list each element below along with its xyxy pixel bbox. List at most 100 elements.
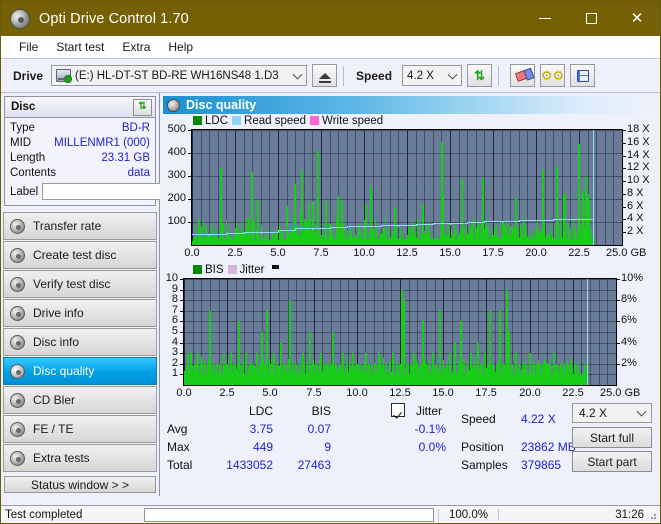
sidebar-item-drive-info[interactable]: Drive info [3, 299, 157, 327]
legend-swatch-jitter [227, 265, 237, 274]
chart-bar-noise [236, 370, 237, 385]
chart-bar-noise [475, 374, 476, 385]
jitter-checkbox[interactable] [391, 403, 405, 417]
chart-bar-noise [413, 369, 414, 385]
chart-bar-noise [207, 367, 208, 385]
gridline-vertical [355, 130, 356, 245]
gridline-vertical [459, 130, 460, 245]
drive-label: Drive [13, 68, 44, 83]
chart-bar-noise [429, 370, 430, 385]
disc-refresh-button[interactable]: ⇅ [133, 98, 152, 116]
chart-bar-noise [427, 365, 428, 385]
chart-bar-noise [333, 369, 334, 385]
window-title: Opti Drive Control 1.70 [39, 10, 189, 27]
y-axis-tick-label: 4 [171, 336, 178, 348]
x-axis-tick-label: 22.5 [568, 247, 590, 259]
chart-bar-noise [566, 361, 567, 385]
chart-bar-noise [340, 232, 341, 245]
chart-bar-noise [444, 374, 445, 385]
chart-bar-noise [239, 239, 240, 245]
gridline-vertical [424, 130, 425, 245]
speed-select[interactable]: 4.2 X [402, 65, 463, 86]
erase-button[interactable] [510, 64, 536, 87]
chart-bar-noise [350, 374, 351, 385]
status-window-button[interactable]: Status window > > [4, 476, 156, 493]
chart-bar-noise [217, 230, 218, 245]
menu-file[interactable]: File [10, 38, 47, 56]
chart-bar-noise [221, 371, 222, 385]
chart-bar-noise [294, 372, 295, 385]
menu-extra[interactable]: Extra [113, 38, 159, 56]
test-speed-value: 4.2 X [579, 406, 608, 420]
refresh-button[interactable]: ⇅ [467, 64, 493, 87]
chart-bar-noise [201, 357, 202, 385]
gridline-horizontal [184, 332, 616, 333]
menu-start-test[interactable]: Start test [47, 38, 113, 56]
chart-bar-noise [268, 238, 269, 245]
sidebar-item-verify-test-disc[interactable]: Verify test disc [3, 270, 157, 298]
disc-icon [10, 247, 25, 263]
chart-bar-noise [375, 219, 376, 245]
chart-bar-noise [393, 361, 394, 385]
disc-icon [10, 450, 25, 466]
chart-bar-noise [549, 367, 550, 385]
sidebar-item-extra-tests[interactable]: Extra tests [3, 444, 157, 472]
chart-bar-noise [459, 233, 460, 245]
minimize-button[interactable] [522, 1, 568, 36]
y2-axis-tick-label: 10 X [627, 174, 650, 186]
sidebar-item-create-test-disc[interactable]: Create test disc [3, 241, 157, 269]
chart-bar-noise [195, 225, 196, 245]
maximize-button[interactable] [568, 1, 614, 36]
read-speed-line [330, 227, 348, 228]
sidebar-item-cd-bler[interactable]: CD Bler [3, 386, 157, 414]
start-part-button[interactable]: Start part [572, 451, 652, 472]
y2-axis-tick-label: 4% [621, 336, 637, 348]
chart-bar-noise [566, 241, 567, 245]
disc-mid-label: MID [10, 136, 32, 149]
chart-bar-noise [381, 239, 382, 245]
sidebar-item-disc-quality[interactable]: Disc quality [3, 357, 157, 385]
window-controls: ✕ [522, 1, 660, 36]
chart-bar-noise [374, 363, 375, 385]
chart-bar-noise [308, 372, 309, 385]
chart-bar-noise [470, 371, 471, 385]
chart-bar-noise [425, 240, 426, 245]
sidebar-item-fe-te[interactable]: FE / TE [3, 415, 157, 443]
settings-button[interactable]: ⚙⚙ [540, 64, 566, 87]
chart-bar-noise [377, 234, 378, 245]
chart-bar-noise [397, 371, 398, 385]
chart-bar-noise [262, 239, 263, 245]
page-title: Disc quality [186, 98, 257, 112]
menu-help[interactable]: Help [159, 38, 202, 56]
bis-plot[interactable]: 1 2 3 4 5 6 7 8 9 10 2% 4% 6% 8% 10% 0.0 2.5 5.0 7.5 10.0 12… [163, 272, 657, 400]
save-button[interactable] [570, 64, 596, 87]
y2-axis-tick [623, 130, 626, 131]
chart-bar-noise [291, 235, 292, 245]
ldc-plot[interactable]: 100 200 300 400 500 2 X4 X6 X8 X 10 X 12 X 14 X1… [163, 123, 657, 260]
chart-bar-noise [279, 373, 280, 385]
chart-bar-noise [212, 239, 213, 245]
test-speed-select[interactable]: 4.2 X [572, 403, 652, 423]
stats-avg-bis: 0.07 [307, 422, 331, 436]
chart-bar-noise [328, 368, 329, 385]
y-axis-tick-label: 500 [167, 123, 186, 135]
resize-grip[interactable] [649, 512, 657, 520]
gridline-vertical [605, 130, 606, 245]
chart-bar-noise [442, 238, 443, 245]
chart-bar-noise [398, 241, 399, 245]
chart-bar-noise [521, 374, 522, 385]
start-full-button[interactable]: Start full [572, 427, 652, 448]
close-button[interactable]: ✕ [614, 1, 660, 36]
chart-bar-noise [257, 367, 258, 385]
chart-bar-noise [550, 374, 551, 385]
chart-bar-noise [427, 233, 428, 245]
chart-bar-noise [415, 359, 416, 385]
drive-select[interactable]: (E:) HL-DT-ST BD-RE WH16NS48 1.D3 [51, 65, 308, 86]
chart-bar-noise [402, 235, 403, 245]
eject-button[interactable] [312, 64, 338, 87]
sidebar-item-transfer-rate[interactable]: Transfer rate [3, 212, 157, 240]
chart-bar-noise [579, 236, 580, 245]
chart-bar-noise [287, 368, 288, 385]
sidebar-item-disc-info[interactable]: Disc info [3, 328, 157, 356]
y-axis-tick-label: 9 [171, 283, 178, 295]
